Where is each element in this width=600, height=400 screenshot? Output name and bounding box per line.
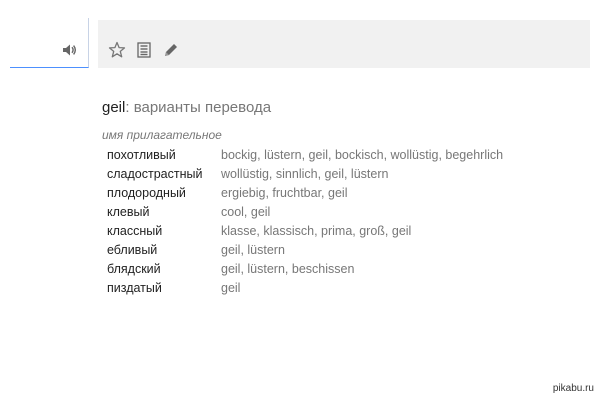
reverse-translations: geil, lüstern, beschissen <box>221 261 355 276</box>
reverse-translations: ergiebig, fruchtbar, geil <box>221 185 348 200</box>
dictionary-panel: geil: варианты перевода имя прилагательн… <box>102 98 572 297</box>
reverse-translations: geil <box>221 280 241 295</box>
table-row: классный klasse, klassisch, prima, groß,… <box>107 221 503 240</box>
table-row: блядский geil, lüstern, beschissen <box>107 259 503 278</box>
speaker-icon[interactable] <box>62 42 78 58</box>
watermark: pikabu.ru <box>552 383 594 394</box>
translation-table: похотливый bockig, lüstern, geil, bockis… <box>107 145 503 297</box>
pencil-icon[interactable] <box>162 41 180 59</box>
translation-word[interactable]: сладострастный <box>107 164 221 183</box>
reverse-translations: wollüstig, sinnlich, geil, lüstern <box>221 166 389 181</box>
reverse-translations: klasse, klassisch, prima, groß, geil <box>221 223 412 238</box>
source-pane[interactable] <box>10 18 89 68</box>
translation-word[interactable]: пиздатый <box>107 278 221 297</box>
source-word: geil <box>102 99 126 116</box>
table-row: пиздатый geil <box>107 278 503 297</box>
translation-word[interactable]: похотливый <box>107 145 221 164</box>
translation-word[interactable]: плодородный <box>107 183 221 202</box>
result-toolbar <box>98 20 590 68</box>
translation-word[interactable]: ебливый <box>107 240 221 259</box>
part-of-speech: имя прилагательное <box>102 128 222 142</box>
dictionary-heading: geil: варианты перевода <box>102 98 572 118</box>
table-row: плодородный ergiebig, fruchtbar, geil <box>107 183 503 202</box>
translate-page: geil: варианты перевода имя прилагательн… <box>0 0 600 400</box>
star-icon[interactable] <box>108 41 126 59</box>
reverse-translations: bockig, lüstern, geil, bockisch, wollüst… <box>221 147 504 162</box>
table-row: ебливый geil, lüstern <box>107 240 503 259</box>
translation-word[interactable]: блядский <box>107 259 221 278</box>
table-row: похотливый bockig, lüstern, geil, bockis… <box>107 145 503 164</box>
table-row: клевый cool, geil <box>107 202 503 221</box>
phrasebook-icon[interactable] <box>135 41 153 59</box>
dictionary-heading-suffix: : варианты перевода <box>125 99 272 116</box>
table-row: сладострастный wollüstig, sinnlich, geil… <box>107 164 503 183</box>
reverse-translations: cool, geil <box>221 204 271 219</box>
translation-word[interactable]: клевый <box>107 202 221 221</box>
reverse-translations: geil, lüstern <box>221 242 285 257</box>
translation-word[interactable]: классный <box>107 221 221 240</box>
